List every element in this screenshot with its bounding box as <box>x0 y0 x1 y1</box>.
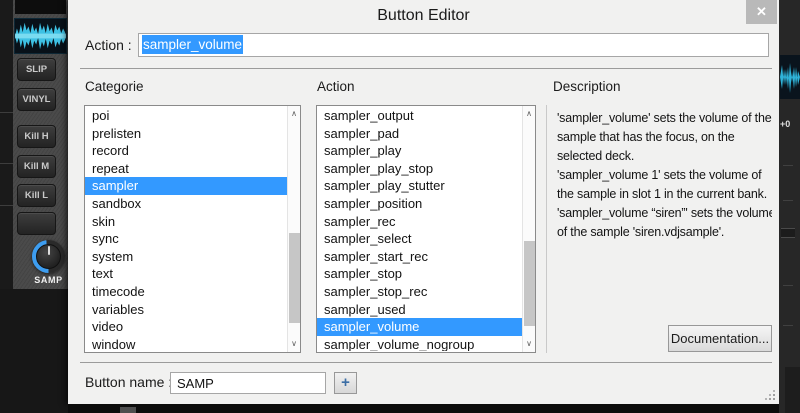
action-header: Action <box>317 79 355 94</box>
action-item[interactable]: sampler_play_stop <box>317 160 522 178</box>
vinyl-button[interactable]: VINYL <box>17 88 56 111</box>
action-item[interactable]: sampler_play_stutter <box>317 177 522 195</box>
category-list: poi prelisten record repeat sampler sand… <box>84 105 301 353</box>
action-item[interactable]: sampler_volume_nogroup <box>317 336 522 351</box>
scroll-up-icon[interactable]: ∧ <box>523 108 535 120</box>
documentation-button[interactable]: Documentation... <box>668 325 772 352</box>
action-item[interactable]: sampler_start_rec <box>317 248 522 266</box>
description-line: the sample in slot 1 in the current bank… <box>557 185 772 204</box>
button-name-label: Button name : <box>85 374 172 390</box>
sidebar-lower-area <box>0 289 68 413</box>
close-icon: ✕ <box>756 4 767 20</box>
action-item[interactable]: sampler_position <box>317 195 522 213</box>
category-item[interactable]: sync <box>85 230 287 248</box>
category-item[interactable]: system <box>85 248 287 266</box>
action-item-selected[interactable]: sampler_volume <box>317 318 522 336</box>
action-item[interactable]: sampler_rec <box>317 213 522 231</box>
tick-mark <box>783 285 793 286</box>
category-item[interactable]: skin <box>85 213 287 231</box>
waveform-icon <box>780 55 800 99</box>
gain-label: +0 <box>780 119 790 129</box>
action-field-label: Action : <box>85 37 132 53</box>
action-item[interactable]: sampler_select <box>317 230 522 248</box>
category-item[interactable]: prelisten <box>85 125 287 143</box>
category-item[interactable]: video <box>85 318 287 336</box>
resize-grip-icon[interactable] <box>765 390 775 400</box>
button-editor-dialog: Button Editor ✕ Action : sampler_volume … <box>68 0 779 404</box>
tick-mark <box>783 165 793 166</box>
category-list-items: poi prelisten record repeat sampler sand… <box>85 107 287 351</box>
action-input[interactable]: sampler_volume <box>138 33 769 57</box>
edge-divider <box>0 112 13 113</box>
kill-h-button[interactable]: Kill H <box>17 125 56 148</box>
button-name-input[interactable] <box>170 372 326 394</box>
deck-sidebar: SLIP VINYL Kill H Kill M Kill L SAMP <box>13 0 68 289</box>
tick-mark <box>783 325 793 326</box>
app-right-strip: +0 <box>779 0 800 413</box>
right-strip-lower <box>785 367 800 413</box>
description-line: 'sampler_volume' sets the volume of the <box>557 109 772 128</box>
waveform-icon <box>15 19 66 53</box>
category-item[interactable]: timecode <box>85 283 287 301</box>
slip-button[interactable]: SLIP <box>17 58 56 81</box>
category-item[interactable]: window <box>85 336 287 351</box>
scroll-up-icon[interactable]: ∧ <box>288 108 300 120</box>
category-item[interactable]: sandbox <box>85 195 287 213</box>
scroll-down-icon[interactable]: ∨ <box>288 338 300 350</box>
separator-top <box>80 68 772 69</box>
knob-face-icon <box>36 244 61 269</box>
plus-icon: + <box>341 374 350 391</box>
categorie-header: Categorie <box>85 79 144 94</box>
sidebar-top-block <box>15 0 66 14</box>
kill-m-button[interactable]: Kill M <box>17 155 56 178</box>
category-scrollbar[interactable]: ∧ ∨ <box>287 106 300 352</box>
dialog-title: Button Editor <box>68 7 779 25</box>
action-item[interactable]: sampler_play <box>317 142 522 160</box>
kill-l-button[interactable]: Kill L <box>17 184 56 207</box>
description-line: sample that has the focus, on the <box>557 128 772 147</box>
category-item[interactable]: repeat <box>85 160 287 178</box>
action-list: sampler_output sampler_pad sampler_play … <box>316 105 536 353</box>
category-item[interactable]: record <box>85 142 287 160</box>
right-waveform-fragment <box>780 55 800 99</box>
description-line: of the sample 'siren.vdjsample'. <box>557 223 772 242</box>
separator-bottom <box>80 362 772 363</box>
action-item[interactable]: sampler_output <box>317 107 522 125</box>
action-input-selected-text: sampler_volume <box>142 35 243 54</box>
action-item[interactable]: sampler_used <box>317 301 522 319</box>
samp-knob[interactable] <box>32 240 65 273</box>
category-scrollbar-thumb[interactable] <box>289 233 300 323</box>
edge-divider <box>0 163 13 164</box>
bottom-scroll-fragment <box>120 407 136 413</box>
description-line: 'sampler_volume 1' sets the volume of <box>557 166 772 185</box>
scroll-down-icon[interactable]: ∨ <box>523 338 535 350</box>
small-control-fragment <box>781 228 795 238</box>
description-line: selected deck. <box>557 147 772 166</box>
description-line: 'sampler_volume “siren”' sets the volume <box>557 204 772 223</box>
description-text: 'sampler_volume' sets the volume of the … <box>547 105 772 242</box>
close-button[interactable]: ✕ <box>746 0 777 24</box>
knob-pointer-icon <box>48 246 50 255</box>
virtualdj-screen: SLIP VINYL Kill H Kill M Kill L SAMP But… <box>0 0 800 413</box>
edge-divider <box>0 205 13 206</box>
category-item[interactable]: variables <box>85 301 287 319</box>
description-panel: 'sampler_volume' sets the volume of the … <box>546 105 772 353</box>
blank-button[interactable] <box>17 212 56 235</box>
category-item[interactable]: text <box>85 265 287 283</box>
category-item[interactable]: poi <box>85 107 287 125</box>
action-item[interactable]: sampler_stop_rec <box>317 283 522 301</box>
add-button[interactable]: + <box>334 372 357 394</box>
action-scrollbar[interactable]: ∧ ∨ <box>522 106 535 352</box>
action-item[interactable]: sampler_stop <box>317 265 522 283</box>
description-header: Description <box>553 79 621 94</box>
action-item[interactable]: sampler_pad <box>317 125 522 143</box>
tick-mark <box>783 200 793 201</box>
category-item-selected[interactable]: sampler <box>85 177 287 195</box>
waveform-display[interactable] <box>14 18 67 54</box>
app-bottom-strip <box>68 404 779 413</box>
action-scrollbar-thumb[interactable] <box>524 241 535 326</box>
action-list-items: sampler_output sampler_pad sampler_play … <box>317 107 522 351</box>
